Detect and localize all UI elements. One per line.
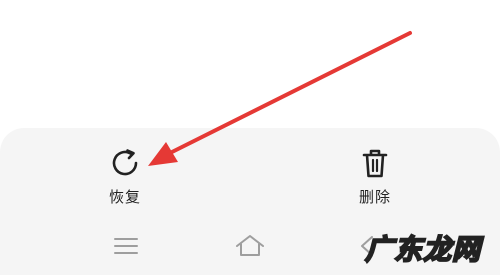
delete-label: 删除 (358, 188, 391, 206)
watermark-text: 广东龙网 (364, 232, 482, 267)
restore-button[interactable]: 恢复 (90, 146, 160, 207)
menu-icon[interactable] (110, 230, 142, 262)
restore-label: 恢复 (108, 188, 141, 206)
content-area (0, 0, 500, 130)
watermark: 广东龙网 (364, 230, 495, 270)
trash-icon (362, 149, 388, 178)
delete-button[interactable]: 删除 (340, 146, 410, 207)
home-icon[interactable] (234, 230, 266, 262)
restore-icon (112, 149, 138, 176)
